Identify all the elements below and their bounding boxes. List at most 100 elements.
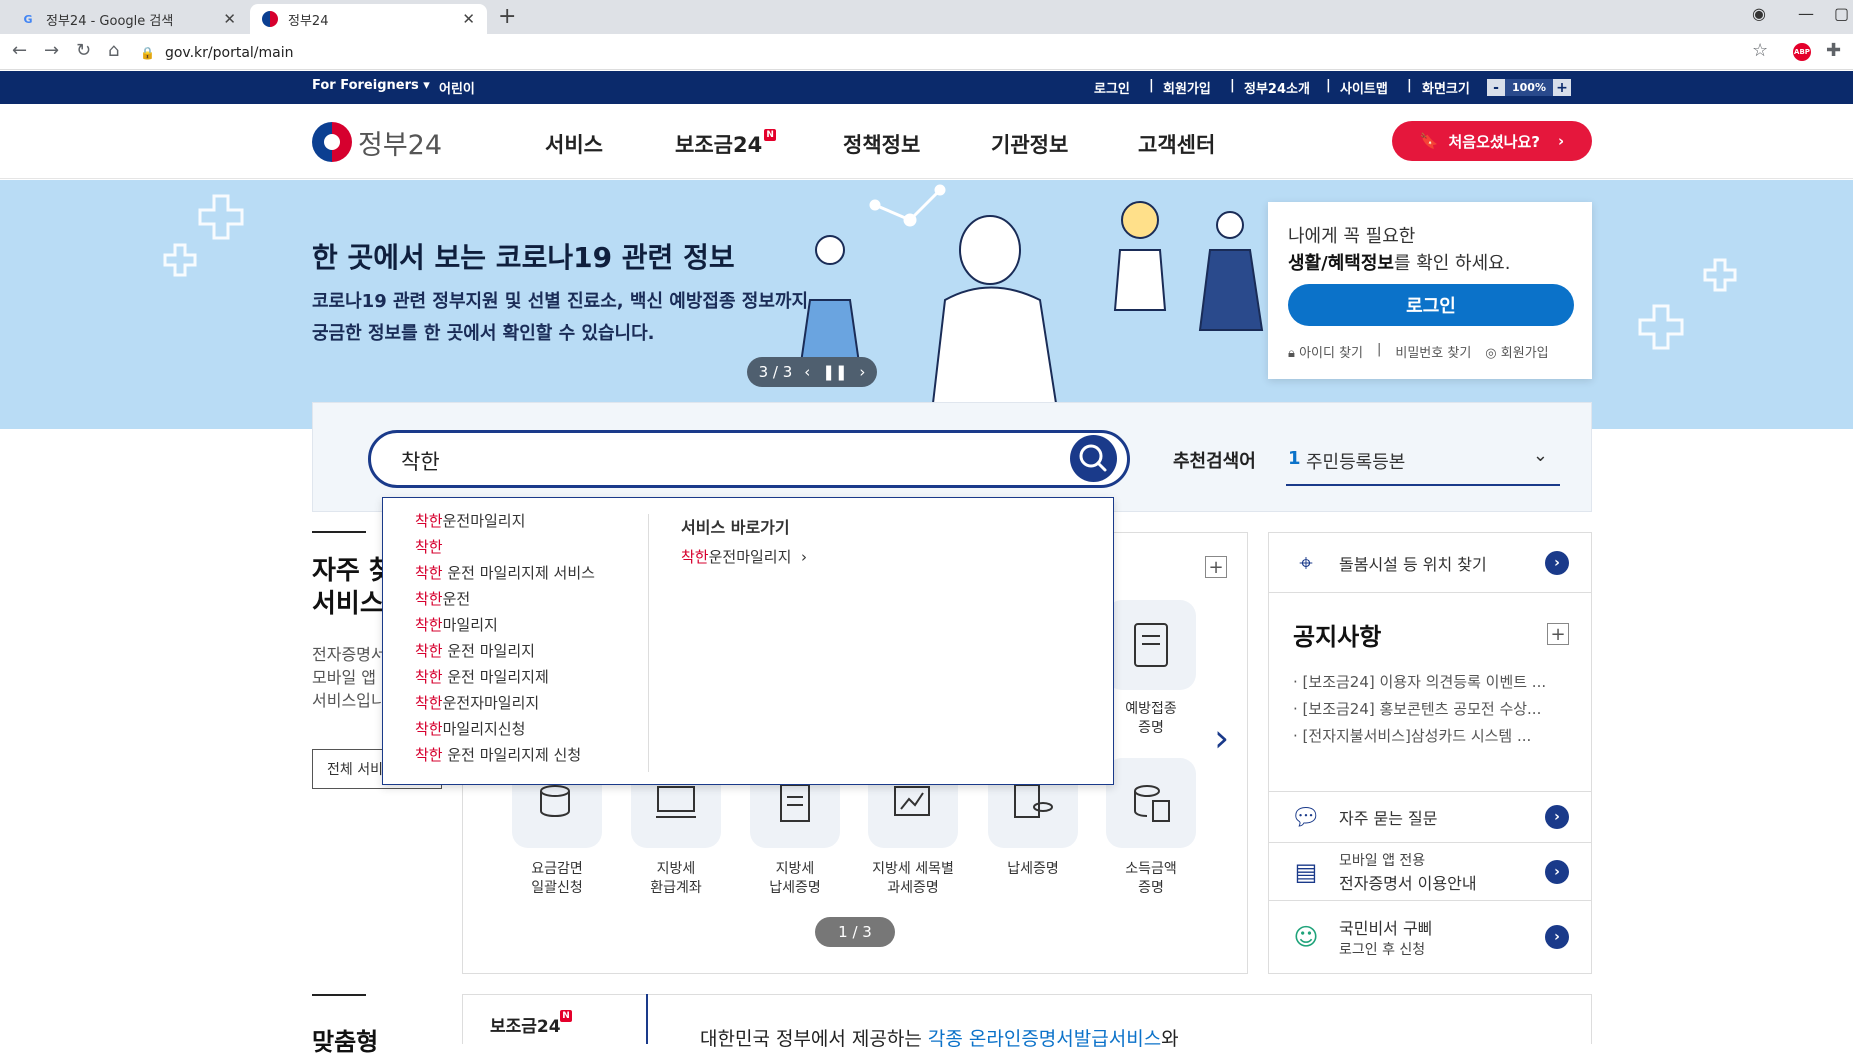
service-shortcut-link[interactable]: 착한운전마일리지 ›: [681, 546, 807, 567]
nav-services[interactable]: 서비스: [545, 129, 603, 159]
new-tab-icon[interactable]: +: [498, 4, 516, 29]
close-icon[interactable]: ✕: [223, 10, 236, 28]
pause-icon[interactable]: ❚❚: [822, 363, 847, 381]
suggestion-item[interactable]: 착한운전: [415, 588, 595, 614]
search-button[interactable]: [1070, 435, 1117, 482]
match-text: 착한: [415, 538, 443, 556]
document-database-icon: [1014, 784, 1053, 818]
browser-tab-gov24[interactable]: 정부24 ✕: [250, 4, 487, 34]
prev-slide-icon[interactable]: ‹: [804, 363, 810, 381]
rest-text: 운전마일리지 ›: [708, 548, 807, 566]
title-line: 자주 찾: [312, 556, 393, 586]
extensions-icon[interactable]: ✚: [1826, 40, 1841, 61]
divider: [648, 514, 649, 772]
zoom-out-button[interactable]: -: [1487, 79, 1505, 96]
recommended-keywords-select[interactable]: 1 주민등록등본 ⌄: [1286, 437, 1560, 486]
suggestion-item[interactable]: 착한 운전 마일리지제 서비스: [415, 562, 595, 588]
close-icon[interactable]: ✕: [462, 10, 475, 28]
zoom-in-button[interactable]: +: [1553, 79, 1571, 96]
rest-text: 마일리지: [442, 616, 498, 634]
search-icon: [1079, 444, 1107, 472]
services-pager[interactable]: 1 / 3: [815, 917, 895, 947]
browser-tab-google[interactable]: G 정부24 - Google 검색 ✕: [8, 4, 248, 34]
service-icon-income-certificate[interactable]: [1106, 758, 1196, 848]
profile-icon[interactable]: ◉: [1752, 4, 1766, 23]
label-line: 요금감면: [531, 861, 583, 877]
suggestion-list: 착한운전마일리지 착한 착한 운전 마일리지제 서비스 착한운전 착한마일리지 …: [415, 510, 595, 770]
search-input-value: 착한: [401, 450, 440, 474]
nav-customer-center[interactable]: 고객센터: [1138, 129, 1215, 159]
reload-icon[interactable]: ↻: [76, 40, 91, 61]
match-text: 착한: [415, 590, 443, 608]
home-icon[interactable]: ⌂: [108, 40, 119, 61]
next-page-chevron-icon[interactable]: ›: [1214, 716, 1229, 760]
faq-label: 자주 묻는 질문: [1339, 809, 1438, 828]
notice-more-plus-icon[interactable]: +: [1547, 623, 1569, 645]
label-line: 일괄신청: [531, 880, 583, 896]
document-icon: [1134, 623, 1168, 667]
kids-link[interactable]: 어린이: [439, 78, 475, 97]
find-password-link[interactable]: 비밀번호 찾기: [1395, 342, 1471, 361]
first-visit-button[interactable]: 🔖 처음오셨나요? ›: [1392, 121, 1592, 161]
next-slide-icon[interactable]: ›: [859, 363, 865, 381]
arrow-right-icon: ›: [1545, 550, 1569, 575]
url-text: gov.kr/portal/main: [164, 45, 294, 61]
banner-description: 코로나19 관련 정부지원 및 선별 진료소, 백신 예방접종 정보까지 궁금한…: [312, 286, 832, 350]
more-services-plus-icon[interactable]: +: [1205, 556, 1227, 578]
suggestion-item[interactable]: 착한: [415, 536, 595, 562]
notice-item[interactable]: · [보조금24] 홍보콘텐츠 공모전 수상...: [1293, 698, 1541, 719]
right-sidebar: ⌖ 돌봄시설 등 위치 찾기 › 공지사항 + · [보조금24] 이용자 의견…: [1268, 532, 1592, 974]
service-shortcut-title: 서비스 바로가기: [681, 518, 790, 537]
match-text: 착한: [415, 668, 443, 686]
rest-text: 운전 마일리지제: [442, 668, 549, 686]
forward-icon[interactable]: →: [44, 40, 59, 61]
adblock-icon[interactable]: ABP: [1793, 43, 1811, 61]
suggestion-item[interactable]: 착한 운전 마일리지: [415, 640, 595, 666]
rest-text: 마일리지신청: [442, 720, 526, 738]
login-link[interactable]: 로그인: [1094, 78, 1130, 97]
back-icon[interactable]: ←: [12, 40, 27, 61]
signup-link[interactable]: 회원가입: [1163, 78, 1211, 97]
sitemap-link[interactable]: 사이트맵: [1340, 78, 1388, 97]
notice-item[interactable]: · [전자지불서비스]삼성카드 시스템 ...: [1293, 725, 1531, 746]
section-top-line: [312, 531, 366, 533]
mobile-certificate-link[interactable]: ▤ 모바일 앱 전용 전자증명서 이용안내 ›: [1269, 843, 1591, 901]
slide-controller: 3 / 3 ‹ ❚❚ ›: [747, 357, 877, 387]
for-foreigners-link[interactable]: For Foreigners ▾: [312, 78, 430, 93]
label-line: 국민비서 구삐: [1339, 919, 1433, 938]
find-id-link[interactable]: 🔒︎ 아이디 찾기: [1288, 342, 1363, 361]
signup-link[interactable]: ◎ 회원가입: [1485, 342, 1548, 361]
suggestion-item[interactable]: 착한마일리지: [415, 614, 595, 640]
minimize-icon[interactable]: —: [1798, 4, 1814, 23]
mobile-certificate-icon: ▤: [1294, 857, 1318, 886]
suggestion-item[interactable]: 착한 운전 마일리지제: [415, 666, 595, 692]
restore-icon[interactable]: ▢: [1834, 4, 1849, 23]
bookmark-star-icon[interactable]: ☆: [1752, 40, 1768, 61]
suggestion-item[interactable]: 착한운전마일리지: [415, 510, 595, 536]
subsidy24-tab[interactable]: 보조금24 N: [462, 994, 648, 1044]
about-link[interactable]: 정부24소개: [1244, 78, 1310, 97]
notice-item[interactable]: · [보조금24] 이용자 의견등록 이벤트 ...: [1293, 671, 1546, 692]
login-button[interactable]: 로그인: [1288, 284, 1574, 326]
suggestion-item[interactable]: 착한 운전 마일리지제 신청: [415, 744, 595, 770]
signup-label: 회원가입: [1500, 346, 1549, 361]
search-input[interactable]: 착한: [368, 430, 1130, 488]
rest-text: 운전: [442, 590, 471, 608]
national-secretary-link[interactable]: ☺ 국민비서 구삐 로그인 후 신청 ›: [1269, 901, 1591, 973]
match-text: 착한: [415, 720, 443, 738]
suggestion-item[interactable]: 착한운전자마일리지: [415, 692, 595, 718]
service-label: 지방세 환급계좌: [621, 860, 731, 898]
nav-subsidy24[interactable]: 보조금24 N: [675, 129, 777, 159]
site-logo[interactable]: 정부24: [312, 122, 442, 162]
care-facility-label: 돌봄시설 등 위치 찾기: [1339, 554, 1487, 574]
care-facility-finder[interactable]: ⌖ 돌봄시설 등 위치 찾기 ›: [1269, 533, 1591, 593]
nav-policy[interactable]: 정책정보: [843, 129, 920, 159]
nav-agency[interactable]: 기관정보: [991, 129, 1068, 159]
label-line: 증명: [1138, 880, 1164, 896]
suggestion-item[interactable]: 착한마일리지신청: [415, 718, 595, 744]
chevron-down-icon: ⌄: [1532, 445, 1548, 466]
faq-link[interactable]: 💬︎ 자주 묻는 질문 ›: [1269, 791, 1591, 843]
url-field[interactable]: 🔒 gov.kr/portal/main: [140, 40, 1760, 66]
vaccination-certificate-icon[interactable]: [1106, 600, 1196, 690]
frequent-services-desc: 전자증명서 모바일 앱 서비스입니: [312, 643, 386, 712]
